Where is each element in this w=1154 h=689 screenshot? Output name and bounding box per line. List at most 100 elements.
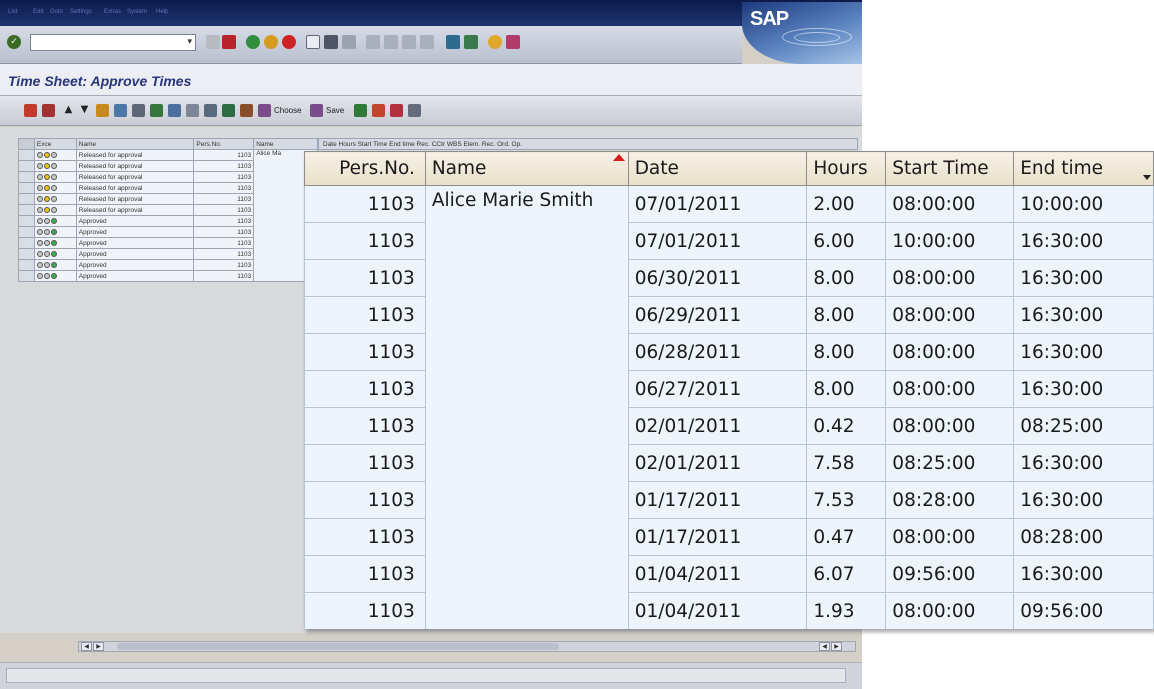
menu-edit[interactable]: Edit — [33, 9, 43, 15]
horizontal-scrollbar[interactable]: ◀ ▶ ◀ ▶ — [78, 641, 856, 652]
assign-icon[interactable] — [390, 104, 403, 117]
row-selector[interactable] — [18, 248, 35, 260]
menu-bar: List Edit Goto Settings Extras System He… — [0, 0, 862, 26]
pers-no-cell: 1103 — [304, 444, 426, 482]
row-selector[interactable] — [18, 237, 35, 249]
new-session-icon[interactable] — [446, 35, 460, 49]
details-icon[interactable] — [24, 104, 37, 117]
back-history-icon[interactable] — [206, 35, 220, 49]
pers-no-cell: 1103 — [193, 193, 255, 205]
help-icon[interactable] — [488, 35, 502, 49]
status-cell: Released for approval — [75, 193, 195, 205]
select-all-button[interactable] — [18, 138, 35, 150]
sort-ascending-icon[interactable]: ▲ — [62, 104, 75, 117]
reject-icon[interactable] — [354, 104, 367, 117]
column-header-end-time[interactable]: End time — [1013, 151, 1154, 186]
person-icon[interactable] — [96, 104, 109, 117]
menu-extras[interactable]: Extras — [104, 9, 121, 15]
print-icon[interactable] — [306, 35, 320, 49]
table-row[interactable]: Released for approval 1103 Alice Ma — [18, 149, 318, 282]
sap-logo-text: SAP — [750, 8, 789, 30]
menu-list[interactable]: List — [8, 9, 17, 15]
scroll-right-icon[interactable]: ▶ — [93, 642, 104, 651]
move-icon[interactable] — [372, 104, 385, 117]
shortcut-icon[interactable] — [464, 35, 478, 49]
layout-icon[interactable] — [506, 35, 520, 49]
command-history-icon[interactable]: ▾ — [187, 37, 192, 47]
status-light-icon — [33, 226, 77, 238]
row-selector[interactable] — [18, 149, 35, 161]
pers-no-cell: 1103 — [304, 481, 426, 519]
status-light-icon — [33, 204, 77, 216]
start-time-cell: 08:00:00 — [885, 333, 1015, 371]
menu-help[interactable]: Help — [156, 9, 168, 15]
pers-no-cell: 1103 — [304, 370, 426, 408]
pers-no-cell: 1103 — [304, 185, 426, 223]
column-header-status[interactable]: Name — [75, 138, 195, 150]
menu-goto[interactable]: Goto — [50, 9, 63, 15]
menu-settings[interactable]: Settings — [70, 9, 92, 15]
find-icon[interactable] — [324, 35, 338, 49]
status-cell: Approved — [75, 248, 195, 260]
scroll-thumb[interactable] — [117, 643, 559, 650]
layout-icon[interactable] — [222, 104, 235, 117]
export-icon[interactable] — [204, 104, 217, 117]
find-next-icon[interactable] — [342, 35, 356, 49]
next-page-icon[interactable] — [402, 35, 416, 49]
row-selector[interactable] — [18, 259, 35, 271]
subtotal-icon[interactable] — [186, 104, 199, 117]
dropdown-arrow-icon[interactable] — [1143, 175, 1151, 180]
scroll-right-end-icon[interactable]: ▶ — [831, 642, 842, 651]
scroll-left-end-icon[interactable]: ◀ — [819, 642, 830, 651]
print-icon[interactable] — [408, 104, 421, 117]
page-title: Time Sheet: Approve Times — [8, 73, 192, 89]
choose-button[interactable]: Choose — [274, 106, 302, 115]
row-selector[interactable] — [18, 215, 35, 227]
total-icon[interactable] — [168, 104, 181, 117]
save-icon[interactable] — [222, 35, 236, 49]
sort-descending-icon[interactable]: ▼ — [78, 104, 91, 117]
column-header-name[interactable]: Name — [253, 138, 318, 150]
choose-icon[interactable] — [258, 104, 271, 117]
save-icon[interactable] — [310, 104, 323, 117]
row-selector[interactable] — [18, 270, 35, 282]
column-header-exception[interactable]: Exce — [33, 138, 77, 150]
save-button[interactable]: Save — [326, 106, 344, 115]
row-selector[interactable] — [18, 193, 35, 205]
column-header-start-time[interactable]: Start Time — [885, 151, 1015, 186]
previous-page-icon[interactable] — [384, 35, 398, 49]
hours-cell: 8.00 — [806, 259, 887, 297]
exit-icon[interactable] — [264, 35, 278, 49]
end-time-cell: 16:30:00 — [1013, 333, 1154, 371]
row-selector[interactable] — [18, 226, 35, 238]
pers-no-cell: 1103 — [193, 237, 255, 249]
command-field[interactable]: ▾ — [30, 34, 196, 51]
filter-icon[interactable] — [150, 104, 163, 117]
hours-cell: 7.58 — [806, 444, 887, 482]
first-page-icon[interactable] — [366, 35, 380, 49]
column-header-hours[interactable]: Hours — [806, 151, 887, 186]
find-icon[interactable] — [114, 104, 127, 117]
row-selector[interactable] — [18, 171, 35, 183]
menu-system[interactable]: System — [127, 9, 147, 15]
column-header-pers-no[interactable]: Pers.No. — [193, 138, 255, 150]
approve-icon[interactable] — [240, 104, 253, 117]
row-selector[interactable] — [18, 182, 35, 194]
table-row[interactable]: 1103 Alice Marie Smith 07/01/2011 2.00 08:00… — [304, 185, 1154, 629]
enter-icon[interactable]: ✓ — [7, 35, 21, 49]
status-cell: Released for approval — [75, 182, 195, 194]
column-header-date[interactable]: Date — [627, 151, 808, 186]
pers-no-cell: 1103 — [304, 259, 426, 297]
row-selector[interactable] — [18, 204, 35, 216]
refresh-icon[interactable] — [42, 104, 55, 117]
back-icon[interactable] — [246, 35, 260, 49]
print-preview-icon[interactable] — [132, 104, 145, 117]
row-selector[interactable] — [18, 160, 35, 172]
scroll-left-icon[interactable]: ◀ — [81, 642, 92, 651]
cancel-icon[interactable] — [282, 35, 296, 49]
date-cell: 07/01/2011 — [627, 185, 808, 223]
last-page-icon[interactable] — [420, 35, 434, 49]
end-time-cell: 08:28:00 — [1013, 518, 1154, 556]
column-header-name[interactable]: Name — [424, 151, 629, 186]
column-header-pers-no[interactable]: Pers.No. — [304, 151, 426, 186]
